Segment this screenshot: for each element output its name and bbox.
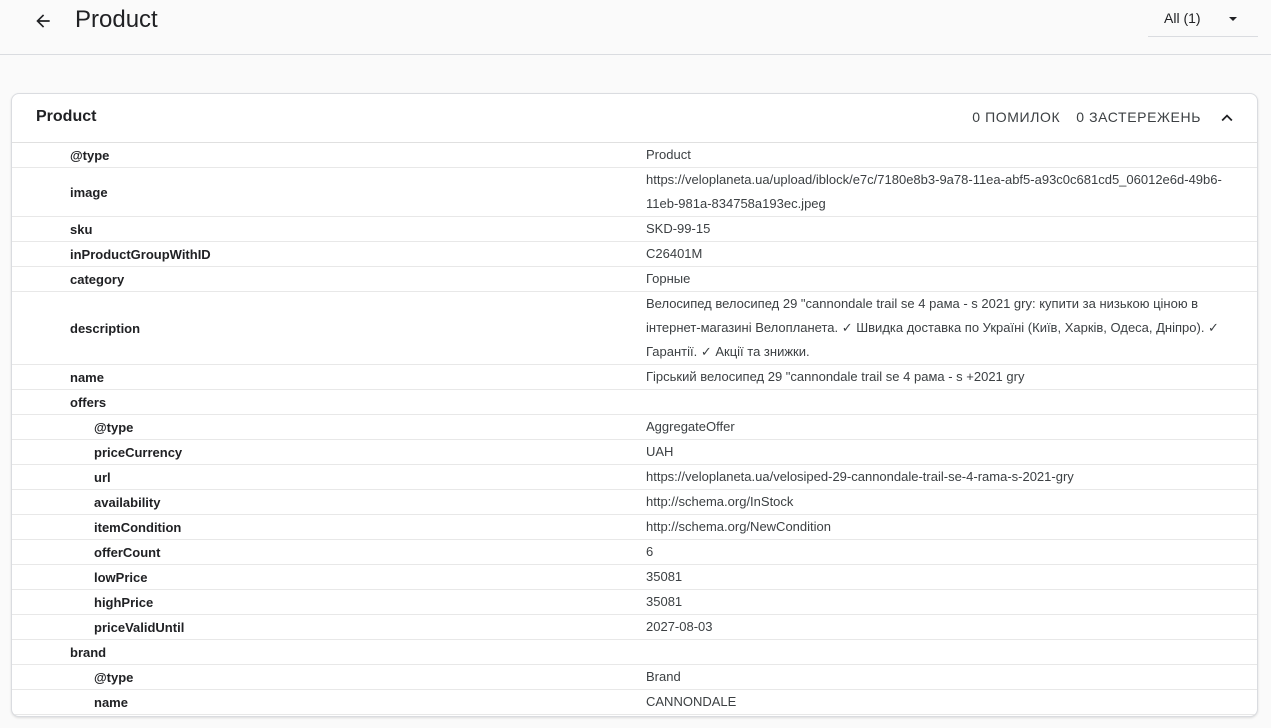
property-key: url [94, 469, 111, 485]
property-value: 2027-08-03 [646, 619, 713, 634]
card-header[interactable]: Product 0 ПОМИЛОК 0 ЗАСТЕРЕЖЕНЬ [12, 94, 1257, 143]
table-row: url https://veloplaneta.ua/velosiped-29-c… [12, 465, 1257, 490]
property-key: offers [70, 394, 107, 410]
table-row: brand [12, 640, 1257, 665]
table-row: offerCount 6 [12, 540, 1257, 565]
property-key: inProductGroupWithID [70, 246, 211, 262]
property-key: offerCount [94, 544, 161, 560]
property-value: C26401M [646, 246, 703, 261]
table-row: highPrice 35081 [12, 590, 1257, 615]
property-value: Brand [646, 669, 681, 684]
table-row: priceCurrency UAH [12, 440, 1257, 465]
chevron-up-icon [1221, 114, 1233, 122]
table-row: availability http://schema.org/InStock [12, 490, 1257, 515]
property-key: name [94, 694, 128, 710]
table-row: @type AggregateOffer [12, 415, 1257, 440]
property-value: Горные [646, 271, 691, 286]
caret-down-icon [1229, 17, 1237, 21]
property-table: @type Product image https://veloplaneta.ua/… [12, 143, 1257, 715]
table-row: name Гірський велосипед 29 "cannondale tr… [12, 365, 1257, 390]
property-key: sku [70, 221, 93, 237]
property-key: description [70, 320, 141, 336]
table-row: @type Product [12, 143, 1257, 168]
issue-counts: 0 ПОМИЛОК 0 ЗАСТЕРЕЖЕНЬ [972, 109, 1201, 125]
table-row: sku SKD-99-15 [12, 217, 1257, 242]
structured-data-card: Product 0 ПОМИЛОК 0 ЗАСТЕРЕЖЕНЬ @type Pro… [11, 93, 1258, 717]
property-key: priceCurrency [94, 444, 183, 460]
property-key: itemCondition [94, 519, 182, 535]
property-value: 35081 [646, 569, 683, 584]
errors-count: 0 ПОМИЛОК [972, 109, 1061, 125]
property-value: Гірський велосипед 29 "cannondale trail … [646, 369, 1025, 384]
table-row: image https://veloplaneta.ua/upload/ibloc… [12, 168, 1257, 217]
property-key: @type [94, 419, 134, 435]
table-row: inProductGroupWithID C26401M [12, 242, 1257, 267]
property-key: lowPrice [94, 569, 148, 585]
table-row: offers [12, 390, 1257, 415]
property-value: https://veloplaneta.ua/velosiped-29-cann… [646, 469, 1074, 484]
warnings-count: 0 ЗАСТЕРЕЖЕНЬ [1076, 109, 1201, 125]
table-row: @type Brand [12, 665, 1257, 690]
collapse-button[interactable] [1215, 106, 1239, 130]
property-key: availability [94, 494, 161, 510]
table-row: itemCondition http://schema.org/NewCondit… [12, 515, 1257, 540]
property-key: priceValidUntil [94, 619, 185, 635]
property-value: Велосипед велосипед 29 "cannondale trail… [646, 296, 1219, 359]
property-value: AggregateOffer [646, 419, 735, 434]
property-key: category [70, 271, 125, 287]
property-value: 35081 [646, 594, 683, 609]
property-value: SKD-99-15 [646, 221, 711, 236]
table-row: priceValidUntil 2027-08-03 [12, 615, 1257, 640]
property-value: 6 [646, 544, 654, 559]
property-key: highPrice [94, 594, 154, 610]
property-key: image [70, 184, 108, 200]
filter-dropdown[interactable]: All (1) [1148, 0, 1258, 37]
card-title: Product [36, 108, 97, 125]
table-row: description Велосипед велосипед 29 "canno… [12, 292, 1257, 365]
table-row: name CANNONDALE [12, 690, 1257, 715]
filter-selected-value: All (1) [1164, 10, 1201, 26]
property-value: Product [646, 147, 691, 162]
table-row: category Горные [12, 267, 1257, 292]
back-button[interactable] [26, 4, 60, 38]
property-value: http://schema.org/NewCondition [646, 519, 831, 534]
property-key: @type [70, 147, 110, 163]
arrow-back-icon [36, 14, 50, 28]
top-app-bar: Product All (1) [0, 0, 1271, 55]
table-row: lowPrice 35081 [12, 565, 1257, 590]
property-value: UAH [646, 444, 674, 459]
property-key: @type [94, 669, 134, 685]
property-value: CANNONDALE [646, 694, 737, 709]
page-title: Product [75, 6, 158, 33]
property-key: brand [70, 644, 107, 660]
property-value: https://veloplaneta.ua/upload/iblock/e7c… [646, 172, 1222, 211]
property-value: http://schema.org/InStock [646, 494, 794, 509]
property-key: name [70, 369, 104, 385]
